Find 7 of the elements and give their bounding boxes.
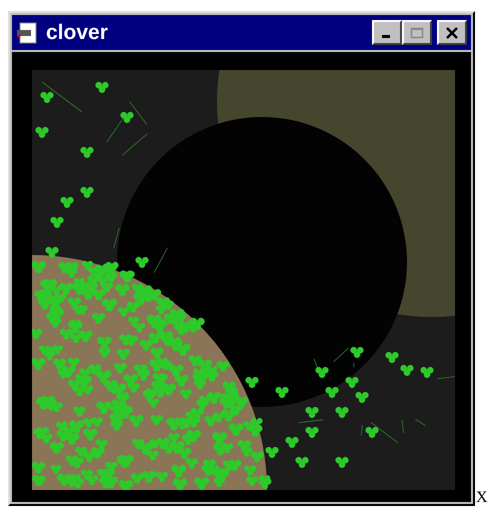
maximize-icon — [410, 26, 424, 38]
corner-mark: X — [476, 490, 488, 506]
close-icon — [445, 26, 459, 38]
minimize-button[interactable] — [372, 20, 402, 45]
minimize-icon — [382, 35, 390, 38]
window-title: clover — [46, 20, 108, 44]
close-button[interactable] — [437, 20, 467, 45]
